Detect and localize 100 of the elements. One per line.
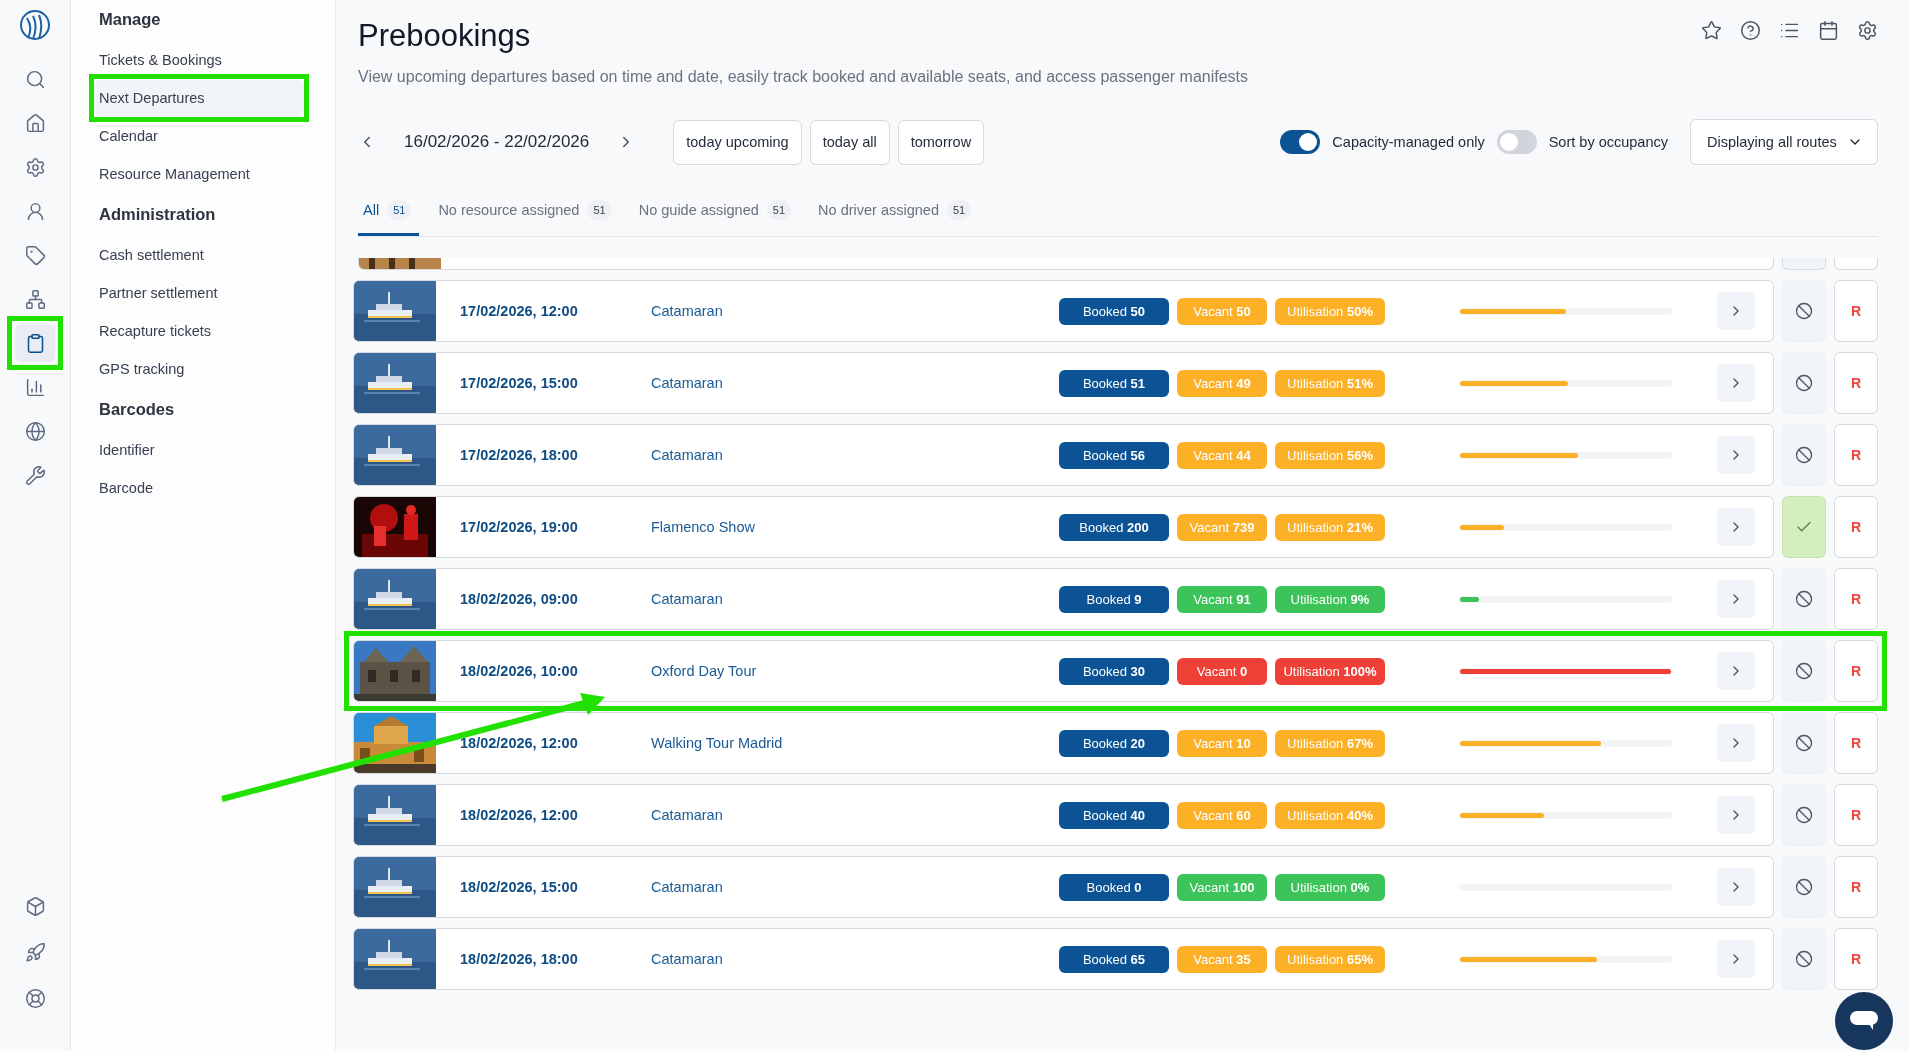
ban-icon bbox=[1795, 878, 1813, 896]
route-name[interactable]: Flamenco Show bbox=[651, 519, 1059, 535]
settings-icon[interactable] bbox=[1857, 20, 1878, 41]
route-name[interactable]: Catamaran bbox=[651, 879, 1059, 895]
departure-time: 18/02/2026, 12:00 bbox=[459, 807, 579, 823]
route-name[interactable]: Catamaran bbox=[651, 951, 1059, 967]
toggle-switch[interactable] bbox=[1496, 130, 1537, 154]
nav-item[interactable]: Barcode bbox=[94, 470, 304, 506]
departure-time: 18/02/2026, 10:00 bbox=[459, 663, 579, 679]
departure-row[interactable]: 17/02/2026, 12:00 Catamaran Booked 50 Vacant 50 Utilisation 50% bbox=[353, 280, 1774, 342]
check-button[interactable] bbox=[1782, 496, 1826, 558]
quick-filter-button[interactable]: today all bbox=[809, 119, 890, 165]
wrench-icon bbox=[24, 464, 46, 486]
reserve-button[interactable]: R bbox=[1834, 352, 1878, 414]
nav-item[interactable]: GPS tracking bbox=[94, 351, 304, 387]
route-name[interactable]: Catamaran bbox=[651, 447, 1059, 463]
vacant-badge: Vacant 91 bbox=[1177, 585, 1267, 613]
filter-tab[interactable]: No driver assigned 51 bbox=[813, 187, 980, 236]
toggle-label: Sort by occupancy bbox=[1548, 134, 1668, 150]
cube-icon bbox=[24, 895, 46, 917]
reserve-button[interactable]: R bbox=[1834, 856, 1878, 918]
reserve-button[interactable]: R bbox=[1834, 496, 1878, 558]
departure-row[interactable]: 18/02/2026, 15:00 Catamaran Booked 0 Vacant 100 Utilisation 0% bbox=[353, 856, 1774, 918]
route-select[interactable]: Displaying all routes bbox=[1690, 119, 1878, 165]
tab-count: 51 bbox=[587, 200, 612, 220]
nav-item[interactable]: Tickets & Bookings bbox=[94, 42, 304, 78]
vacant-badge: Vacant 10 bbox=[1177, 729, 1267, 757]
globe-icon bbox=[24, 420, 46, 442]
vacant-badge: Vacant 50 bbox=[1177, 297, 1267, 325]
route-name[interactable]: Oxford Day Tour bbox=[651, 663, 1059, 679]
vacant-badge: Vacant 100 bbox=[1177, 873, 1267, 901]
reserve-button[interactable]: R bbox=[1834, 280, 1878, 342]
nav-item[interactable]: Next Departures bbox=[94, 80, 304, 116]
route-name[interactable]: Catamaran bbox=[651, 591, 1059, 607]
departure-row[interactable]: 18/02/2026, 18:00 Catamaran Booked 65 Vacant 35 Utilisation 65% bbox=[353, 928, 1774, 990]
departure-time: 17/02/2026, 15:00 bbox=[459, 375, 579, 391]
calendar-icon[interactable] bbox=[1818, 20, 1839, 41]
route-name[interactable]: Catamaran bbox=[651, 303, 1059, 319]
route-name[interactable]: Catamaran bbox=[651, 807, 1059, 823]
chat-button[interactable] bbox=[1835, 992, 1893, 1050]
reserve-button[interactable]: R bbox=[1834, 928, 1878, 990]
utilisation-badge: Utilisation 65% bbox=[1275, 945, 1385, 973]
bar-chart-icon bbox=[24, 376, 46, 398]
sidebar-icon-button[interactable] bbox=[15, 324, 55, 362]
star-icon[interactable] bbox=[1701, 20, 1722, 41]
utilisation-badge: Utilisation 9% bbox=[1275, 585, 1385, 613]
date-range: 16/02/2026 - 22/02/2026 bbox=[404, 132, 590, 152]
nav-heading: Administration bbox=[99, 205, 217, 224]
nav-item[interactable]: Identifier bbox=[94, 432, 304, 468]
utilisation-badge: Utilisation 67% bbox=[1275, 729, 1385, 757]
network-icon bbox=[24, 288, 46, 310]
quick-filter-button[interactable]: tomorrow bbox=[897, 119, 985, 165]
toggle-label: Capacity-managed only bbox=[1332, 134, 1485, 150]
utilisation-badge: Utilisation 51% bbox=[1275, 369, 1385, 397]
vacant-badge: Vacant 44 bbox=[1177, 441, 1267, 469]
toggle-switch[interactable] bbox=[1280, 130, 1321, 154]
booked-badge: Booked 20 bbox=[1059, 729, 1169, 757]
filter-tab[interactable]: All 51 bbox=[358, 187, 420, 236]
booked-badge: Booked 56 bbox=[1059, 441, 1169, 469]
rocket-icon bbox=[24, 941, 46, 963]
nav-item[interactable]: Resource Management bbox=[94, 156, 304, 192]
search-icon bbox=[24, 68, 46, 90]
reserve-button[interactable]: R bbox=[1834, 568, 1878, 630]
booked-badge: Booked 50 bbox=[1059, 297, 1169, 325]
booked-badge: Booked 9 bbox=[1059, 585, 1169, 613]
nav-item[interactable]: Calendar bbox=[94, 118, 304, 154]
departure-time: 17/02/2026, 19:00 bbox=[459, 519, 579, 535]
ban-icon bbox=[1795, 662, 1813, 680]
filter-tab[interactable]: No resource assigned 51 bbox=[433, 187, 620, 236]
departure-row[interactable]: 18/02/2026, 09:00 Catamaran Booked 9 Vacant 91 Utilisation 9% bbox=[353, 568, 1774, 630]
departure-time: 18/02/2026, 12:00 bbox=[459, 735, 579, 751]
help-icon[interactable] bbox=[1740, 20, 1761, 41]
ban-icon bbox=[1795, 950, 1813, 968]
nav-item[interactable]: Cash settlement bbox=[94, 237, 304, 273]
departure-row[interactable]: 17/02/2026, 18:00 Catamaran Booked 56 Vacant 44 Utilisation 56% bbox=[353, 424, 1774, 486]
departure-row[interactable]: 17/02/2026, 15:00 Catamaran Booked 51 Vacant 49 Utilisation 51% bbox=[353, 352, 1774, 414]
route-name[interactable]: Catamaran bbox=[651, 375, 1059, 391]
utilisation-badge: Utilisation 40% bbox=[1275, 801, 1385, 829]
nav-item[interactable]: Recapture tickets bbox=[94, 313, 304, 349]
route-name[interactable]: Walking Tour Madrid bbox=[651, 735, 1059, 751]
vacant-badge: Vacant 35 bbox=[1177, 945, 1267, 973]
departure-row[interactable]: 18/02/2026, 10:00 Oxford Day Tour Booked 30 Vacant 0 Utilisation 100% bbox=[353, 640, 1774, 702]
departure-time: 18/02/2026, 18:00 bbox=[459, 951, 579, 967]
settings-icon bbox=[24, 156, 46, 178]
departure-row[interactable]: 18/02/2026, 12:00 Catamaran Booked 40 Vacant 60 Utilisation 40% bbox=[353, 784, 1774, 846]
booked-badge: Booked 40 bbox=[1059, 801, 1169, 829]
departure-row[interactable]: 18/02/2026, 12:00 Walking Tour Madrid Booked 20 Vacant 10 Utilisation 67% bbox=[353, 712, 1774, 774]
filter-tab[interactable]: No guide assigned 51 bbox=[633, 187, 800, 236]
nav-item[interactable]: Partner settlement bbox=[94, 275, 304, 311]
reserve-button[interactable]: R bbox=[1834, 784, 1878, 846]
quick-filter-button[interactable]: today upcoming bbox=[673, 119, 802, 165]
departure-time: 17/02/2026, 12:00 bbox=[459, 303, 579, 319]
reserve-button[interactable]: R bbox=[1834, 712, 1878, 774]
booked-badge: Booked 30 bbox=[1059, 657, 1169, 685]
utilisation-badge: Utilisation 21% bbox=[1275, 513, 1385, 541]
reserve-button[interactable]: R bbox=[1834, 640, 1878, 702]
departure-row[interactable]: 17/02/2026, 19:00 Flamenco Show Booked 200 Vacant 739 Utilisation 21% bbox=[353, 496, 1774, 558]
utilisation-badge: Utilisation 50% bbox=[1275, 297, 1385, 325]
reserve-button[interactable]: R bbox=[1834, 424, 1878, 486]
nav-heading: Barcodes bbox=[99, 400, 176, 419]
